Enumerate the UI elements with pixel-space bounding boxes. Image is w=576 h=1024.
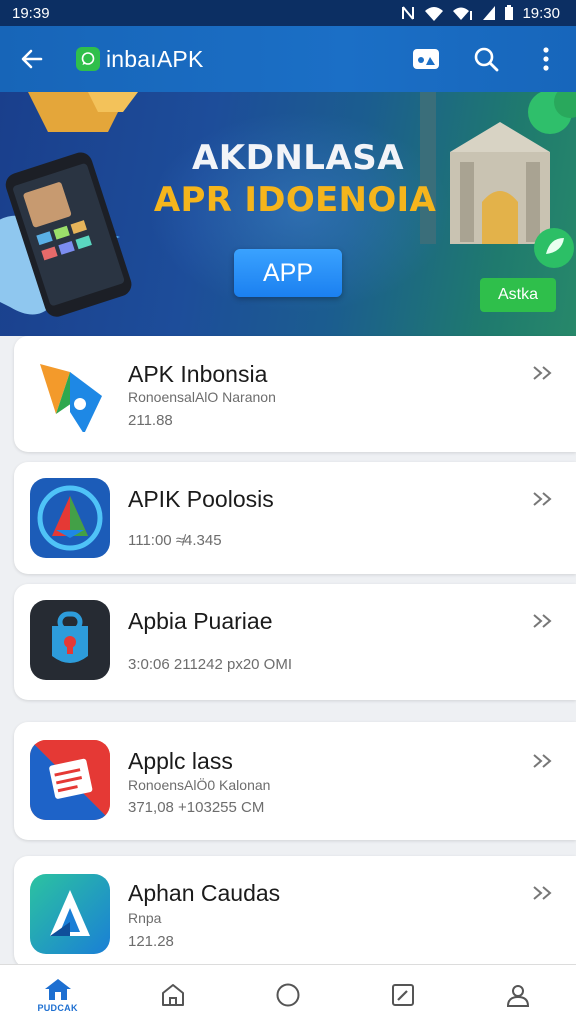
lock-shield-icon xyxy=(52,611,88,663)
app-name: Applc lass xyxy=(128,748,233,774)
banner-subheadline: APR IDOENOIA xyxy=(153,180,437,220)
chevron-right-icon[interactable] xyxy=(530,608,556,634)
app-logo-icon xyxy=(40,364,102,432)
app-publisher: RonoensAlÖ0 Kalonan xyxy=(128,777,271,793)
app-icon xyxy=(30,874,110,954)
app-logo-icon xyxy=(50,890,90,936)
chevron-right-icon[interactable] xyxy=(530,486,556,512)
app-name: Apbia Puariae xyxy=(128,608,273,634)
banner-small-button[interactable]: Astka xyxy=(480,278,556,312)
app-icon xyxy=(30,600,110,680)
nav-item-3[interactable] xyxy=(230,965,345,1024)
app-meta: 121.28 xyxy=(128,933,174,950)
nfc-icon xyxy=(402,6,415,20)
wifi-signal-icon xyxy=(453,7,473,20)
search-icon xyxy=(474,47,499,72)
status-time-left: 19:39 xyxy=(12,4,50,22)
list-item[interactable]: APK Inbonsia RonoensalAlO Naranon 211.88 xyxy=(14,336,576,452)
phone-illustration xyxy=(0,152,132,317)
app-meta: 3:0:06 211242 px20 OMI xyxy=(128,656,293,673)
back-button[interactable] xyxy=(0,26,64,92)
app-icon xyxy=(30,352,110,432)
banner-headline: AKDNLASA xyxy=(191,138,405,178)
app-logo xyxy=(76,47,100,71)
promo-banner[interactable]: AKDNLASA APR IDOENOIA APP Astka xyxy=(0,92,576,336)
nav-item-5[interactable] xyxy=(461,965,576,1024)
app-bar: inbaıAPK xyxy=(0,26,576,92)
chevron-right-icon[interactable] xyxy=(530,748,556,774)
app-meta: 371,08 +103255 CM xyxy=(128,799,265,816)
app-logo-icon xyxy=(30,740,110,820)
app-name: Aphan Caudas xyxy=(128,880,281,906)
banner-app-button[interactable]: APP xyxy=(234,249,342,297)
nav-home[interactable]: PUDCAK xyxy=(0,965,115,1024)
chevron-right-icon[interactable] xyxy=(530,360,556,386)
app-meta: 111:00 ≉4.345 xyxy=(128,532,222,549)
app-icon xyxy=(30,740,110,820)
app-publisher: Rnpa xyxy=(128,910,162,926)
app-name: APIK Poolosis xyxy=(128,486,274,512)
circle-icon xyxy=(276,983,300,1006)
app-publisher: RonoensalAlO Naranon xyxy=(128,389,276,405)
media-button[interactable] xyxy=(396,26,456,92)
chat-bubble-icon xyxy=(81,52,95,65)
list-item[interactable]: APIK Poolosis 111:00 ≉4.345 xyxy=(14,462,576,574)
building-illustration xyxy=(420,92,576,244)
chevron-right-icon[interactable] xyxy=(530,880,556,906)
more-options-button[interactable] xyxy=(516,26,576,92)
app-name: APK Inbonsia xyxy=(128,361,268,387)
media-icon xyxy=(413,49,439,69)
app-icon xyxy=(30,478,110,558)
nav-item-4[interactable] xyxy=(346,965,461,1024)
edit-icon xyxy=(392,983,415,1006)
nav-home-label: PUDCAK xyxy=(37,1002,78,1013)
house-outline-icon xyxy=(161,983,184,1006)
cell-signal-icon xyxy=(483,6,496,20)
profile-icon xyxy=(507,984,530,1007)
nav-item-2[interactable] xyxy=(115,965,230,1024)
list-item[interactable]: Applc lass RonoensAlÖ0 Kalonan 371,08 +1… xyxy=(14,722,576,840)
status-time-right: 19:30 xyxy=(522,4,560,22)
status-bar: 19:39 19:30 xyxy=(0,0,576,26)
wifi-icon xyxy=(425,7,444,21)
list-item[interactable]: Apbia Puariae 3:0:06 211242 px20 OMI xyxy=(14,584,576,700)
battery-icon xyxy=(505,5,514,20)
leaf-icon xyxy=(534,228,574,268)
arrow-left-icon xyxy=(21,49,43,69)
home-icon xyxy=(44,978,71,1000)
more-vert-icon xyxy=(543,47,549,71)
app-logo-icon xyxy=(37,485,103,551)
search-button[interactable] xyxy=(456,26,516,92)
app-title: inbaıAPK xyxy=(106,45,204,72)
app-meta: 211.88 xyxy=(128,412,173,429)
list-item[interactable]: Aphan Caudas Rnpa 121.28 xyxy=(14,856,576,968)
bottom-navigation: PUDCAK xyxy=(0,964,576,1024)
status-icons: 19:30 xyxy=(400,5,560,22)
